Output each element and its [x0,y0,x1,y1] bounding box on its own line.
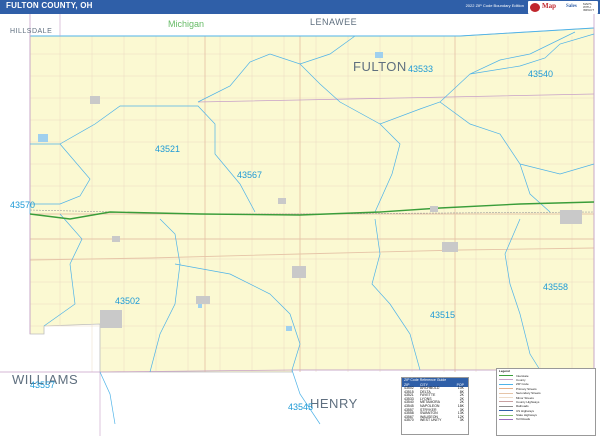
legend-swatch [499,388,513,390]
zip-label-43540[interactable]: 43540 [528,69,553,79]
county-label-henry: HENRY [310,396,358,411]
zip-reference-table: ZIP Code Reference Guide ZIP CITY POP 43… [401,377,469,435]
legend-label: State Highways [516,413,537,418]
legend-swatch [499,414,513,416]
legend-swatch [499,418,513,420]
legend-items: Interstate County ZIP Code Primary Streets S… [497,373,595,421]
state-label-michigan: Michigan [168,19,204,29]
zip-label-43557[interactable]: 43557 [30,380,55,390]
zip-label-43533[interactable]: 43533 [408,64,433,74]
legend-swatch [499,375,513,377]
zip-label-43502[interactable]: 43502 [115,296,140,306]
legend-label: ZIP Code [516,382,529,387]
zip-table-row: 43570 WEST UNITY 3K [402,419,468,423]
zip-label-43558[interactable]: 43558 [543,282,568,292]
legend-label: Secondary Streets [516,391,541,396]
zip-label-43567[interactable]: 43567 [237,170,262,180]
map-viewer: FULTON COUNTY, OH 2022 ZIP Code Boundary… [0,0,600,436]
legend-swatch [499,405,513,407]
legend-label: Railroads [516,404,529,409]
zip-label-43545[interactable]: 43545 [288,402,313,412]
legend-label: Toll Roads [516,417,531,422]
legend-label: Primary Streets [516,386,537,391]
pop-cell: 3K [459,418,464,423]
county-label-fulton: FULTON [353,59,407,74]
legend-label: Minor Streets [516,395,534,400]
logo-text-1: Map [542,2,556,10]
logo-tagline: MAPS WITH IMPACT [583,2,595,12]
legend-label: County Highways [516,399,540,404]
publisher-logo[interactable]: Map Sales MAPS WITH IMPACT [528,1,598,14]
zip-label-43515[interactable]: 43515 [430,310,455,320]
legend-label: Interstate [516,373,529,378]
edition-label: 2022 ZIP Code Boundary Edition [465,3,524,8]
county-label-hillsdale: HILLSDALE [10,28,52,35]
zip-label-43570[interactable]: 43570 [10,200,35,210]
legend-swatch [499,379,513,381]
logo-badge-icon [530,3,540,12]
county-label-lenawee: LENAWEE [310,17,357,27]
legend-label: US Highways [516,408,535,413]
zip-label-43521[interactable]: 43521 [155,144,180,154]
legend-swatch [499,383,513,385]
logo-text-2: Sales [566,4,577,9]
map-legend: Legend Interstate County ZIP Code Primary S… [496,368,596,436]
legend-swatch [499,392,513,394]
legend-item: Toll Roads [497,417,595,421]
legend-swatch [499,401,513,403]
city-cell: WEST UNITY [420,418,442,423]
title-bar: FULTON COUNTY, OH 2022 ZIP Code Boundary… [0,0,600,14]
legend-swatch [499,410,513,412]
legend-label: County [516,377,526,382]
map-title: FULTON COUNTY, OH [6,1,93,10]
legend-swatch [499,397,513,399]
zip-cell: 43570 [404,418,414,423]
zip-table-rows: 43502 ARCHBOLD 10K 43515 DELTA 8K 43521 FAYETTE… [402,386,468,423]
